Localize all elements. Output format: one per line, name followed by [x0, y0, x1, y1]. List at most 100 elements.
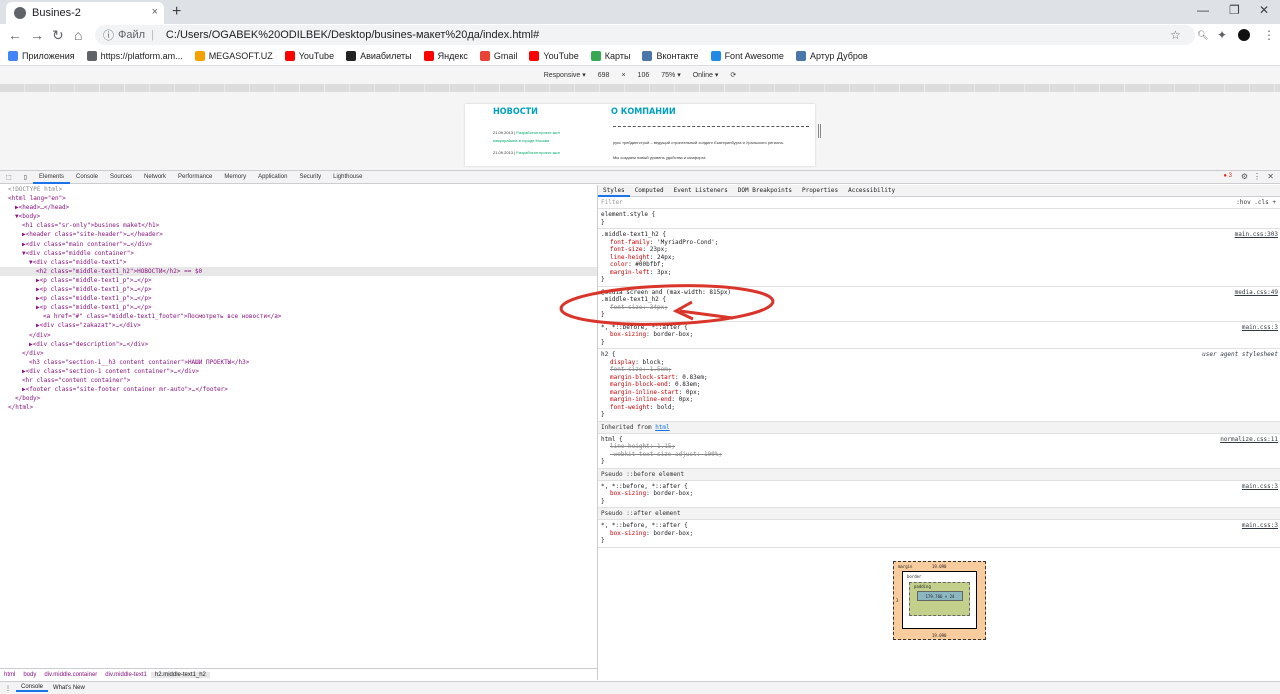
breadcrumb-item[interactable]: div.middle.container — [40, 672, 101, 678]
dom-node[interactable]: </body> — [0, 394, 597, 403]
tab-lighthouse[interactable]: Lighthouse — [327, 174, 368, 180]
dom-node[interactable]: <h2 class="middle-text1_h2">НОВОСТИ</h2>… — [0, 266, 597, 276]
dom-node[interactable]: <h3 class="section-1__h3 content contain… — [0, 358, 597, 367]
dom-node[interactable]: </div> — [0, 349, 597, 358]
css-property[interactable]: display: block; — [601, 359, 1280, 367]
css-property[interactable]: box-sizing: border-box; — [601, 331, 1280, 339]
dom-node[interactable]: ▶<p class="middle-text1_p">…</p> — [0, 294, 597, 303]
dom-node[interactable]: ▶<head>…</head> — [0, 203, 597, 212]
bookmark-item[interactable]: Карты — [590, 50, 630, 61]
forward-button[interactable]: → — [30, 27, 44, 43]
device-width-input[interactable]: 698 — [598, 72, 610, 79]
dom-node[interactable]: ▶<div class="description">…</div> — [0, 340, 597, 349]
minimize-button[interactable]: — — [1197, 3, 1209, 17]
new-tab-button[interactable]: + — [172, 3, 181, 21]
bookmark-item[interactable]: Gmail — [479, 50, 517, 61]
rule-source-link[interactable]: main.css:3 — [1242, 522, 1278, 530]
css-property[interactable]: color: #00bfbf; — [601, 261, 1280, 269]
bookmark-item[interactable]: Артур Дубров — [795, 50, 868, 61]
error-count[interactable]: ● 3 — [1223, 173, 1232, 179]
url-text[interactable]: C:/Users/OGABEK%20ODILBEK/Desktop/busine… — [166, 29, 539, 41]
news-link[interactable]: Разработан проект жил — [516, 150, 560, 155]
dom-node[interactable]: </html> — [0, 403, 597, 412]
bookmark-item[interactable]: Авиабилеты — [346, 50, 412, 61]
menu-icon[interactable]: ⋮ — [1263, 28, 1275, 42]
home-button[interactable]: ⌂ — [74, 27, 82, 43]
dom-node[interactable]: ▼<div class="middle container"> — [0, 249, 597, 258]
dom-node[interactable]: ▶<div class="section-1 content container… — [0, 367, 597, 376]
css-property[interactable]: margin-block-end: 0.83em; — [601, 381, 1280, 389]
dom-node[interactable]: <!DOCTYPE html> — [0, 185, 597, 194]
breadcrumb-item[interactable]: div.middle-text1 — [101, 672, 151, 678]
zoom-select[interactable]: 75% ▾ — [661, 71, 680, 79]
dom-node[interactable]: ▶<p class="middle-text1_p">…</p> — [0, 285, 597, 294]
dom-node[interactable]: ▶<p class="middle-text1_p">…</p> — [0, 303, 597, 312]
breadcrumb-item[interactable]: body — [19, 672, 40, 678]
css-property[interactable]: line-height: 24px; — [601, 254, 1280, 262]
dom-node[interactable]: ▶<div class="main container">…</div> — [0, 240, 597, 249]
address-bar[interactable]: ⓘ Файл | C:/Users/OGABEK%20ODILBEK/Deskt… — [95, 25, 1195, 45]
css-property[interactable]: font-size: 34px; — [601, 304, 1280, 312]
bookmark-item[interactable]: MEGASOFT.UZ — [194, 50, 273, 61]
close-window-button[interactable]: ✕ — [1259, 3, 1269, 17]
css-property[interactable]: margin-block-start: 0.83em; — [601, 374, 1280, 382]
dom-node[interactable]: ▶<p class="middle-text1_p">…</p> — [0, 276, 597, 285]
tab-memory[interactable]: Memory — [218, 174, 252, 180]
device-mode-select[interactable]: Responsive ▾ — [544, 71, 586, 79]
dom-node[interactable]: <h1 class="sr-only">busines maket</h1> — [0, 221, 597, 230]
inherited-tag-link[interactable]: html — [655, 424, 669, 431]
rule-source-link[interactable]: main.css:3 — [1242, 324, 1278, 332]
tab-console[interactable]: Console — [70, 174, 104, 180]
dom-node[interactable]: ▼<div class="middle-text1"> — [0, 258, 597, 267]
dom-node[interactable]: ▼<body> — [0, 212, 597, 221]
css-property[interactable]: -webkit-text-size-adjust: 100%; — [601, 451, 1280, 459]
rule-source-link[interactable]: main.css:3 — [1242, 483, 1278, 491]
css-property[interactable]: margin-left: 3px; — [601, 269, 1280, 277]
extensions-icon[interactable]: ✦ — [1217, 28, 1227, 42]
settings-icon[interactable]: ⚙ — [1241, 172, 1248, 181]
more-icon[interactable]: ⋮ — [1253, 172, 1261, 181]
throttle-select[interactable]: Online ▾ — [693, 71, 719, 79]
css-property[interactable]: font-size: 23px; — [601, 246, 1280, 254]
tab-application[interactable]: Application — [252, 174, 293, 180]
news-link[interactable]: Разработан проект жил — [516, 130, 560, 135]
search-icon[interactable]: 🔍︎ — [1197, 30, 1208, 41]
back-button[interactable]: ← — [8, 27, 22, 43]
breadcrumb-item[interactable]: html — [0, 672, 19, 678]
css-property[interactable]: line-height: 1.15; — [601, 443, 1280, 451]
device-height-input[interactable]: 106 — [638, 72, 650, 79]
css-property[interactable]: margin-inline-start: 0px; — [601, 389, 1280, 397]
profile-icon[interactable] — [1238, 29, 1250, 41]
dom-node[interactable]: <html lang="en"> — [0, 194, 597, 203]
inspect-icon[interactable]: ⬚ — [0, 174, 18, 181]
bookmark-item[interactable]: https://platform.am... — [86, 50, 183, 61]
drawer-tab[interactable]: Console — [16, 684, 49, 692]
bookmark-item[interactable]: YouTube — [284, 50, 334, 61]
css-property[interactable]: margin-inline-end: 0px; — [601, 396, 1280, 404]
styles-tab[interactable]: DOM Breakpoints — [733, 187, 797, 194]
dom-node[interactable]: </div> — [0, 331, 597, 340]
dom-node[interactable]: ▶<header class="site-header">…</header> — [0, 230, 597, 239]
device-toggle-icon[interactable]: ▯ — [18, 174, 33, 181]
bookmark-item[interactable]: Font Awesome — [710, 50, 784, 61]
styles-tab[interactable]: Properties — [797, 187, 843, 194]
styles-filter[interactable]: Filter :hov .cls + — [598, 197, 1280, 209]
dom-node[interactable]: ▶<footer class="site-footer container mr… — [0, 385, 597, 394]
css-property[interactable]: font-size: 1.5em; — [601, 366, 1280, 374]
css-property[interactable]: font-family: 'MyriadPro-Cond'; — [601, 239, 1280, 247]
dom-node[interactable]: ▶<div class="zakazat">…</div> — [0, 321, 597, 330]
bookmark-item[interactable]: YouTube — [529, 50, 579, 61]
rule-source-link[interactable]: media.css:49 — [1235, 289, 1278, 297]
tab-sources[interactable]: Sources — [104, 174, 138, 180]
tab-performance[interactable]: Performance — [172, 174, 218, 180]
tab-security[interactable]: Security — [293, 174, 327, 180]
breadcrumb-item[interactable]: h2.middle-text1_h2 — [150, 671, 210, 678]
rule-source-link[interactable]: normalize.css:11 — [1220, 436, 1278, 444]
bookmark-item[interactable]: Вконтакте — [642, 50, 699, 61]
styles-tab[interactable]: Computed — [630, 187, 669, 194]
dom-node[interactable]: <a href="#" class="middle-text1_footer">… — [0, 312, 597, 321]
close-devtools-icon[interactable]: ✕ — [1267, 172, 1274, 181]
rule-source-link[interactable]: main.css:303 — [1235, 231, 1278, 239]
info-icon[interactable]: ⓘ — [103, 27, 114, 43]
bookmark-item[interactable]: Приложения — [8, 50, 75, 61]
